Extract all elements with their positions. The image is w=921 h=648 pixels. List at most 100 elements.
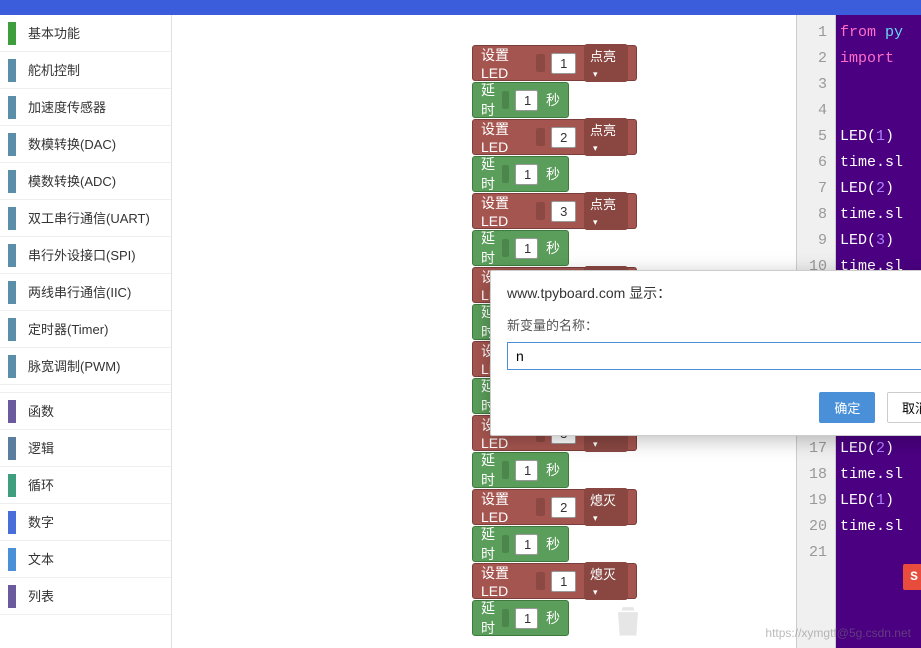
sidebar-item-13[interactable]: 数字 <box>0 504 171 541</box>
sidebar-item-11[interactable]: 逻辑 <box>0 430 171 467</box>
line-number: 4 <box>797 98 835 124</box>
code-line[interactable]: LED(1) <box>836 488 921 514</box>
dialog-title: www.tpyboard.com 显示： × <box>491 271 921 315</box>
delay-block[interactable]: 延时 1秒 <box>472 82 569 118</box>
line-number: 5 <box>797 124 835 150</box>
delay-block[interactable]: 延时 1秒 <box>472 156 569 192</box>
sidebar-item-8[interactable]: 定时器(Timer) <box>0 311 171 348</box>
sidebar-item-7[interactable]: 两线串行通信(IIC) <box>0 274 171 311</box>
line-number: 7 <box>797 176 835 202</box>
set-led-block[interactable]: 设置LED 1 点亮 <box>472 45 637 81</box>
sidebar-item-10[interactable]: 函数 <box>0 393 171 430</box>
block-label: 延时 <box>481 80 500 120</box>
code-line[interactable]: LED(3) <box>836 228 921 254</box>
led-number-input[interactable]: 2 <box>551 497 576 518</box>
delay-unit: 秒 <box>546 238 560 258</box>
delay-value-input[interactable]: 1 <box>515 608 538 629</box>
code-line[interactable]: LED(2) <box>836 436 921 462</box>
block-label: 设置LED <box>481 193 534 229</box>
code-line[interactable]: import <box>836 46 921 72</box>
sidebar-item-6[interactable]: 串行外设接口(SPI) <box>0 237 171 274</box>
sidebar-item-9[interactable]: 脉宽调制(PWM) <box>0 348 171 385</box>
led-number-input[interactable]: 1 <box>551 571 576 592</box>
delay-value-input[interactable]: 1 <box>515 164 538 185</box>
code-line[interactable]: time.sl <box>836 150 921 176</box>
code-line[interactable]: time.sl <box>836 514 921 540</box>
line-number: 1 <box>797 20 835 46</box>
editor-badge: S <box>903 564 921 590</box>
block-label: 设置LED <box>481 45 534 81</box>
led-action-dropdown[interactable]: 熄灭 <box>584 488 628 526</box>
code-line[interactable]: time.sl <box>836 202 921 228</box>
delay-block[interactable]: 延时 1秒 <box>472 452 569 488</box>
code-line[interactable]: LED(2) <box>836 176 921 202</box>
block-label: 设置LED <box>481 563 534 599</box>
led-action-dropdown[interactable]: 点亮 <box>584 192 628 230</box>
line-number: 18 <box>797 462 835 488</box>
delay-unit: 秒 <box>546 534 560 554</box>
delay-unit: 秒 <box>546 90 560 110</box>
sidebar-item-2[interactable]: 加速度传感器 <box>0 89 171 126</box>
line-number: 9 <box>797 228 835 254</box>
code-line[interactable] <box>836 540 921 566</box>
block-label: 设置LED <box>481 489 534 525</box>
delay-unit: 秒 <box>546 608 560 628</box>
line-number: 3 <box>797 72 835 98</box>
line-number: 2 <box>797 46 835 72</box>
led-number-input[interactable]: 2 <box>551 127 576 148</box>
cancel-button[interactable]: 取消 <box>887 392 921 423</box>
set-led-block[interactable]: 设置LED 2 点亮 <box>472 119 637 155</box>
ok-button[interactable]: 确定 <box>819 392 875 423</box>
code-line[interactable] <box>836 72 921 98</box>
delay-unit: 秒 <box>546 164 560 184</box>
delay-block[interactable]: 延时 1秒 <box>472 600 569 636</box>
sidebar-item-14[interactable]: 文本 <box>0 541 171 578</box>
block-label: 延时 <box>481 450 500 490</box>
block-label: 延时 <box>481 598 500 638</box>
code-line[interactable] <box>836 98 921 124</box>
led-number-input[interactable]: 1 <box>551 53 576 74</box>
delay-block[interactable]: 延时 1秒 <box>472 230 569 266</box>
line-number: 8 <box>797 202 835 228</box>
sidebar-item-5[interactable]: 双工串行通信(UART) <box>0 200 171 237</box>
led-action-dropdown[interactable]: 点亮 <box>584 118 628 156</box>
sidebar-item-4[interactable]: 模数转换(ADC) <box>0 163 171 200</box>
block-label: 延时 <box>481 524 500 564</box>
variable-name-input[interactable] <box>507 342 921 370</box>
line-number: 20 <box>797 514 835 540</box>
delay-value-input[interactable]: 1 <box>515 460 538 481</box>
top-bar <box>0 0 921 15</box>
delay-value-input[interactable]: 1 <box>515 238 538 259</box>
code-line[interactable]: from py <box>836 20 921 46</box>
led-action-dropdown[interactable]: 点亮 <box>584 44 628 82</box>
dialog-prompt-label: 新变量的名称： <box>507 315 921 334</box>
led-action-dropdown[interactable]: 熄灭 <box>584 562 628 600</box>
delay-value-input[interactable]: 1 <box>515 534 538 555</box>
code-line[interactable]: LED(1) <box>836 124 921 150</box>
prompt-dialog: www.tpyboard.com 显示： × 新变量的名称： 确定 取消 <box>490 270 921 436</box>
sidebar-item-0[interactable]: 基本功能 <box>0 15 171 52</box>
block-label: 延时 <box>481 154 500 194</box>
set-led-block[interactable]: 设置LED 1 熄灭 <box>472 563 637 599</box>
sidebar-item-1[interactable]: 舵机控制 <box>0 52 171 89</box>
trash-icon[interactable] <box>608 598 648 643</box>
line-number: 6 <box>797 150 835 176</box>
delay-unit: 秒 <box>546 460 560 480</box>
block-label: 设置LED <box>481 119 534 155</box>
sidebar-item-12[interactable]: 循环 <box>0 467 171 504</box>
line-number: 21 <box>797 540 835 566</box>
set-led-block[interactable]: 设置LED 2 熄灭 <box>472 489 637 525</box>
code-line[interactable]: time.sl <box>836 462 921 488</box>
sidebar-item-15[interactable]: 列表 <box>0 578 171 615</box>
watermark-text: https://xymgtf@5g.csdn.net <box>765 626 911 640</box>
sidebar-item-3[interactable]: 数模转换(DAC) <box>0 126 171 163</box>
block-label: 延时 <box>481 228 500 268</box>
line-number: 17 <box>797 436 835 462</box>
category-sidebar: 基本功能舵机控制加速度传感器数模转换(DAC)模数转换(ADC)双工串行通信(U… <box>0 15 172 648</box>
led-number-input[interactable]: 3 <box>551 201 576 222</box>
dialog-title-text: www.tpyboard.com 显示： <box>507 285 671 301</box>
delay-value-input[interactable]: 1 <box>515 90 538 111</box>
set-led-block[interactable]: 设置LED 3 点亮 <box>472 193 637 229</box>
line-number: 19 <box>797 488 835 514</box>
delay-block[interactable]: 延时 1秒 <box>472 526 569 562</box>
